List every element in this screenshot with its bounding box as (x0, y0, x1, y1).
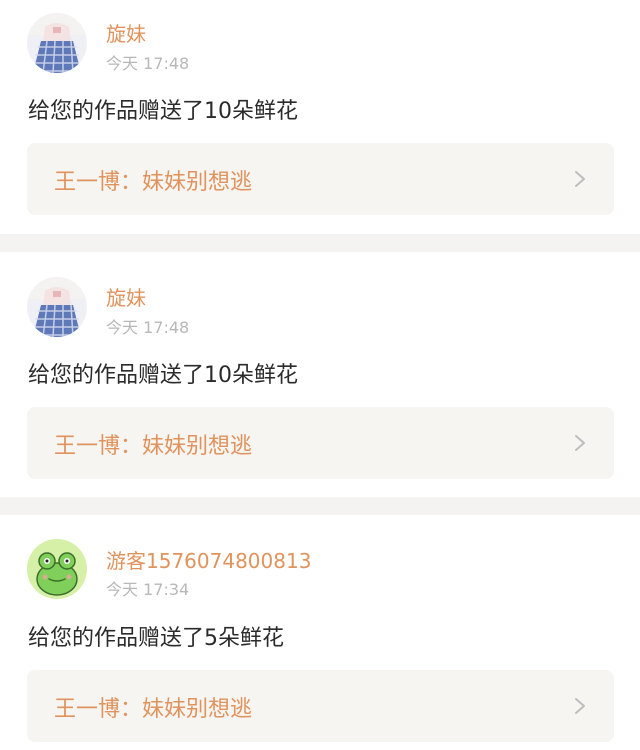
avatar[interactable] (27, 539, 87, 599)
notification-card: 旋妹 今天 17:48 给您的作品赠送了10朵鲜花 王一博：妹妹别想逃 (0, 0, 640, 234)
timestamp: 今天 17:48 (106, 318, 190, 337)
username[interactable]: 旋妹 (106, 18, 146, 47)
girl-plaid-skirt-avatar-icon (27, 13, 87, 73)
work-title: 王一博：妹妹别想逃 (54, 697, 253, 722)
work-title: 王一博：妹妹别想逃 (54, 170, 253, 195)
work-title: 王一博：妹妹别想逃 (54, 434, 253, 459)
notification-feed: 旋妹 今天 17:48 给您的作品赠送了10朵鲜花 王一博：妹妹别想逃 旋妹 今… (0, 0, 640, 750)
chevron-right-icon (575, 435, 585, 451)
timestamp: 今天 17:48 (106, 54, 190, 73)
section-divider (0, 234, 640, 252)
gift-message: 给您的作品赠送了10朵鲜花 (28, 99, 298, 124)
avatar[interactable] (27, 13, 87, 73)
work-link[interactable]: 王一博：妹妹别想逃 (27, 143, 614, 215)
chevron-right-icon (575, 698, 585, 714)
username[interactable]: 游客1576074800813 (106, 545, 311, 574)
gift-message: 给您的作品赠送了10朵鲜花 (28, 363, 298, 388)
work-link[interactable]: 王一博：妹妹别想逃 (27, 407, 614, 479)
username[interactable]: 旋妹 (106, 282, 146, 311)
gift-message: 给您的作品赠送了5朵鲜花 (28, 626, 284, 651)
notification-card: 旋妹 今天 17:48 给您的作品赠送了10朵鲜花 王一博：妹妹别想逃 (0, 252, 640, 497)
girl-plaid-skirt-avatar-icon (27, 277, 87, 337)
work-link[interactable]: 王一博：妹妹别想逃 (27, 670, 614, 742)
avatar[interactable] (27, 277, 87, 337)
frog-avatar-icon (27, 539, 87, 599)
section-divider (0, 497, 640, 515)
notification-card: 游客1576074800813 今天 17:34 给您的作品赠送了5朵鲜花 王一… (0, 515, 640, 750)
chevron-right-icon (575, 171, 585, 187)
timestamp: 今天 17:34 (106, 580, 190, 599)
